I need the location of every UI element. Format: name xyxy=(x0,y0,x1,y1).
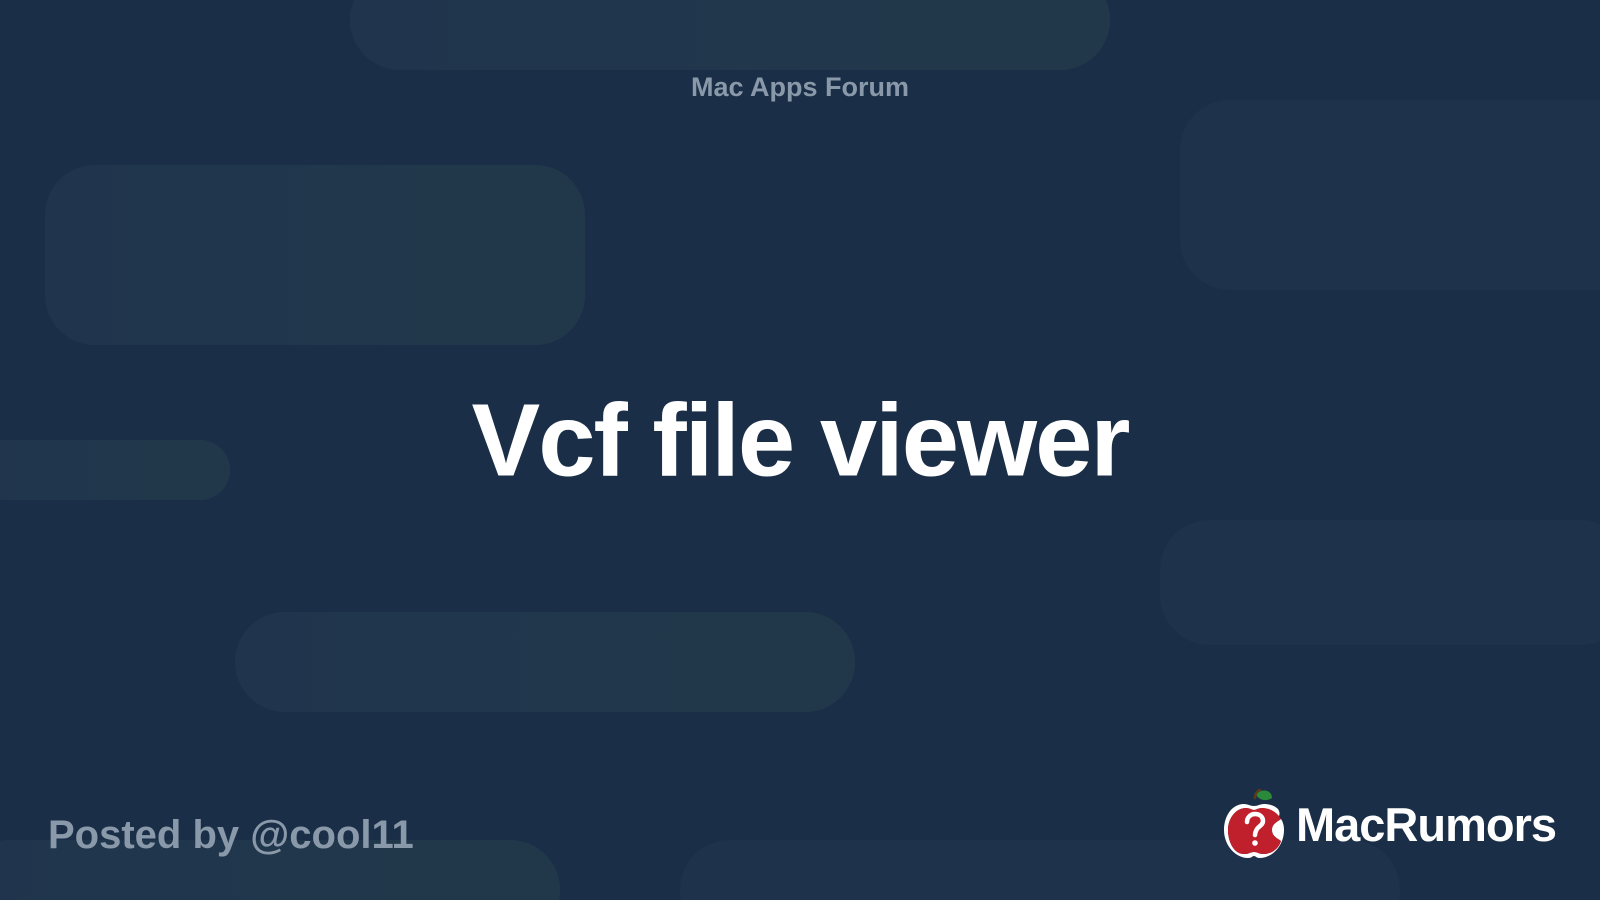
apple-icon xyxy=(1222,788,1286,860)
bg-bubble xyxy=(0,440,230,500)
brand-name: MacRumors xyxy=(1296,797,1556,852)
posted-by: Posted by @cool11 xyxy=(48,813,414,858)
bg-bubble xyxy=(1160,520,1600,645)
forum-name: Mac Apps Forum xyxy=(0,72,1600,103)
bg-bubble xyxy=(350,0,1110,70)
brand-logo: MacRumors xyxy=(1222,788,1556,860)
bg-bubble xyxy=(235,612,855,712)
bg-bubble xyxy=(45,165,585,345)
bg-bubble xyxy=(1180,100,1600,290)
thread-title: Vcf file viewer xyxy=(471,382,1128,500)
